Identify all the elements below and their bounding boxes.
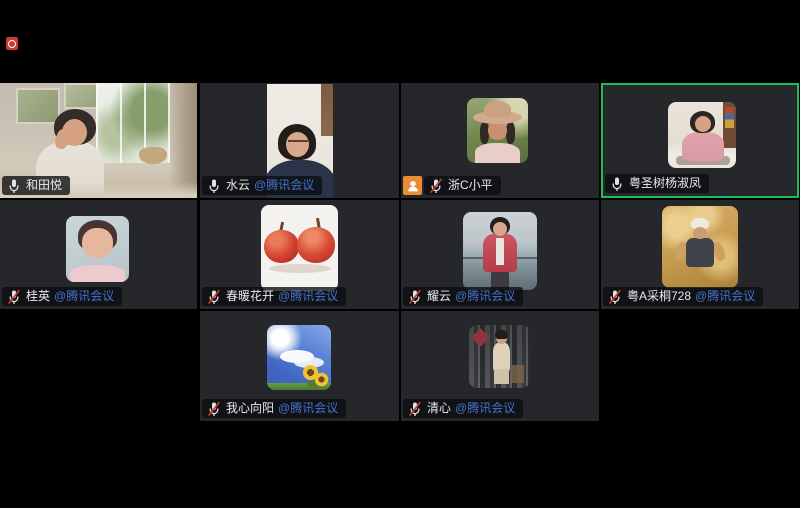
participant-name: 桂英 xyxy=(26,287,50,306)
mic-muted-icon xyxy=(408,289,422,305)
name-label: 粤圣树杨淑凤 xyxy=(605,174,709,193)
mic-muted-icon xyxy=(408,401,422,417)
avatar-image xyxy=(463,212,537,290)
participant-tile[interactable]: 春暖花开 @腾讯会议 xyxy=(200,200,399,309)
mic-muted-icon xyxy=(207,401,221,417)
name-label: 我心向阳 @腾讯会议 xyxy=(202,399,346,418)
participant-tile[interactable]: 我心向阳 @腾讯会议 xyxy=(200,311,399,421)
mic-muted-icon xyxy=(608,289,622,305)
participant-name: 浙C小平 xyxy=(448,176,493,195)
avatar-image xyxy=(267,325,331,390)
meeting-window: 和田悦 水云 @腾讯会议 浙C小平 xyxy=(0,0,800,508)
org-suffix: @腾讯会议 xyxy=(54,287,114,306)
name-label: 水云 @腾讯会议 xyxy=(202,176,322,195)
avatar-image xyxy=(668,102,736,168)
org-suffix: @腾讯会议 xyxy=(695,287,755,306)
participant-tile[interactable]: 清心 @腾讯会议 xyxy=(401,311,599,421)
mic-muted-icon xyxy=(429,178,443,194)
participant-tile[interactable]: 耀云 @腾讯会议 xyxy=(401,200,599,309)
org-suffix: @腾讯会议 xyxy=(254,176,314,195)
mic-on-icon xyxy=(610,176,624,192)
participant-name: 春暖花开 xyxy=(226,287,274,306)
participant-name: 粤圣树杨淑凤 xyxy=(629,174,701,193)
name-label: 春暖花开 @腾讯会议 xyxy=(202,287,346,306)
participant-name: 水云 xyxy=(226,176,250,195)
phone-user-badge-icon xyxy=(403,176,422,195)
mic-on-icon xyxy=(7,178,21,194)
avatar-image xyxy=(66,216,129,282)
avatar-image xyxy=(469,325,530,388)
org-suffix: @腾讯会议 xyxy=(278,399,338,418)
mic-on-icon xyxy=(207,178,221,194)
mic-muted-icon xyxy=(7,289,21,305)
participant-tile[interactable]: 浙C小平 xyxy=(401,83,599,198)
participant-tile[interactable]: 水云 @腾讯会议 xyxy=(200,83,399,198)
participant-name: 我心向阳 xyxy=(226,399,274,418)
mic-muted-icon xyxy=(207,289,221,305)
org-suffix: @腾讯会议 xyxy=(455,399,515,418)
name-label: 浙C小平 xyxy=(403,176,501,195)
participant-name: 清心 xyxy=(427,399,451,418)
participant-tile[interactable]: 粤A采桐728 @腾讯会议 xyxy=(601,200,799,309)
name-label: 桂英 @腾讯会议 xyxy=(2,287,122,306)
name-label: 清心 @腾讯会议 xyxy=(403,399,523,418)
avatar-image xyxy=(467,98,528,163)
name-label: 耀云 @腾讯会议 xyxy=(403,287,523,306)
name-label: 和田悦 xyxy=(2,176,70,195)
participant-name: 耀云 xyxy=(427,287,451,306)
participant-tile[interactable]: 和田悦 xyxy=(0,83,197,198)
org-suffix: @腾讯会议 xyxy=(278,287,338,306)
participant-name: 粤A采桐728 xyxy=(627,287,691,306)
participant-tile-active-speaker[interactable]: 粤圣树杨淑凤 xyxy=(601,83,799,198)
org-suffix: @腾讯会议 xyxy=(455,287,515,306)
participant-name: 和田悦 xyxy=(26,176,62,195)
recording-indicator-icon xyxy=(6,37,18,50)
avatar-image xyxy=(261,205,338,291)
avatar-image xyxy=(662,206,738,288)
participant-tile[interactable]: 桂英 @腾讯会议 xyxy=(0,200,197,309)
name-label: 粤A采桐728 @腾讯会议 xyxy=(603,287,763,306)
